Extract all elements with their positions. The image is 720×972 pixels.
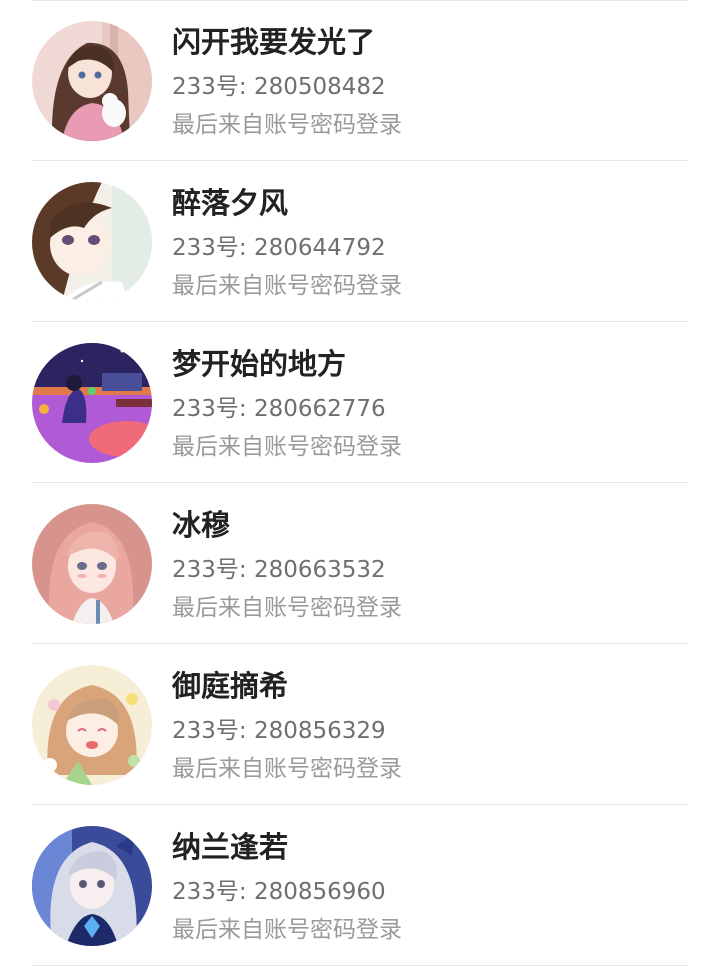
- avatar: [32, 343, 152, 463]
- avatar-image: [32, 182, 152, 302]
- account-id: 233号: 280856329: [172, 718, 386, 744]
- account-row[interactable]: 闪开我要发光了 233号: 280508482 最后来自账号密码登录: [0, 0, 720, 161]
- avatar: [32, 21, 152, 141]
- account-id: 233号: 280856960: [172, 879, 386, 905]
- account-row[interactable]: 纳兰逢若 233号: 280856960 最后来自账号密码登录: [0, 805, 720, 966]
- account-name: 梦开始的地方: [172, 347, 347, 381]
- account-row[interactable]: 醉落夕风 233号: 280644792 最后来自账号密码登录: [0, 161, 720, 322]
- last-login-method: 最后来自账号密码登录: [172, 595, 402, 621]
- last-login-method: 最后来自账号密码登录: [172, 917, 402, 943]
- account-name: 纳兰逢若: [172, 830, 289, 864]
- last-login-method: 最后来自账号密码登录: [172, 112, 402, 138]
- account-row[interactable]: 冰穆 233号: 280663532 最后来自账号密码登录: [0, 483, 720, 644]
- avatar-image: [32, 826, 152, 946]
- last-login-method: 最后来自账号密码登录: [172, 434, 402, 460]
- account-id: 233号: 280644792: [172, 235, 386, 261]
- account-name: 御庭摘希: [172, 669, 289, 703]
- avatar-image: [32, 343, 152, 463]
- avatar: [32, 826, 152, 946]
- avatar-image: [32, 504, 152, 624]
- last-login-method: 最后来自账号密码登录: [172, 273, 402, 299]
- account-row[interactable]: 御庭摘希 233号: 280856329 最后来自账号密码登录: [0, 644, 720, 805]
- avatar: [32, 182, 152, 302]
- account-id: 233号: 280663532: [172, 557, 386, 583]
- last-login-method: 最后来自账号密码登录: [172, 756, 402, 782]
- account-list: 闪开我要发光了 233号: 280508482 最后来自账号密码登录 醉落夕风 …: [0, 0, 720, 972]
- avatar: [32, 504, 152, 624]
- account-name: 闪开我要发光了: [172, 25, 376, 59]
- account-id: 233号: 280508482: [172, 74, 386, 100]
- divider: [32, 965, 688, 966]
- account-row[interactable]: 梦开始的地方 233号: 280662776 最后来自账号密码登录: [0, 322, 720, 483]
- avatar: [32, 665, 152, 785]
- account-id: 233号: 280662776: [172, 396, 386, 422]
- avatar-image: [32, 665, 152, 785]
- account-name: 醉落夕风: [172, 186, 289, 220]
- account-name: 冰穆: [172, 508, 231, 542]
- avatar-image: [32, 21, 152, 141]
